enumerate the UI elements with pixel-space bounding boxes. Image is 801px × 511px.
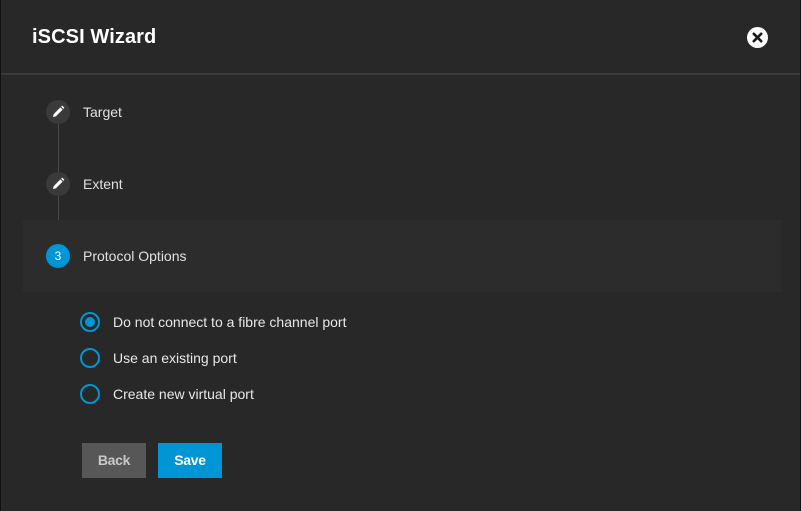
radio-button-checked[interactable] xyxy=(80,312,100,332)
step-label: Protocol Options xyxy=(83,248,187,264)
radio-label: Do not connect to a fibre channel port xyxy=(113,314,347,330)
radio-label: Use an existing port xyxy=(113,350,237,366)
step-label: Target xyxy=(83,104,122,120)
dialog-header: iSCSI Wizard xyxy=(1,0,800,75)
step-number-badge: 3 xyxy=(46,244,70,268)
radio-label: Create new virtual port xyxy=(113,386,254,402)
save-button[interactable]: Save xyxy=(158,443,222,478)
edit-pencil-icon xyxy=(53,177,65,189)
step-target[interactable]: Target xyxy=(23,76,781,148)
step-marker xyxy=(46,172,70,196)
iscsi-wizard-dialog: iSCSI Wizard Target Extent 3 Protocol Op… xyxy=(1,0,800,511)
radio-button[interactable] xyxy=(80,348,100,368)
close-button[interactable] xyxy=(747,27,768,48)
back-button[interactable]: Back xyxy=(82,443,146,478)
step-marker xyxy=(46,100,70,124)
edit-pencil-icon xyxy=(53,105,65,117)
close-icon xyxy=(752,32,763,43)
step-protocol-options[interactable]: 3 Protocol Options xyxy=(23,220,781,292)
step-label: Extent xyxy=(83,176,123,192)
step-extent[interactable]: Extent xyxy=(23,148,781,220)
radio-button[interactable] xyxy=(80,384,100,404)
dialog-title: iSCSI Wizard xyxy=(32,26,157,48)
